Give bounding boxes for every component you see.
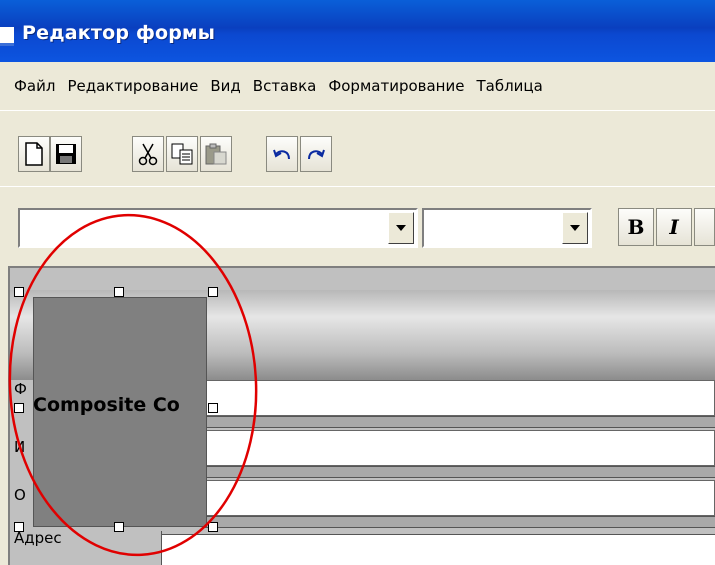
annotation-ellipse — [8, 213, 258, 557]
